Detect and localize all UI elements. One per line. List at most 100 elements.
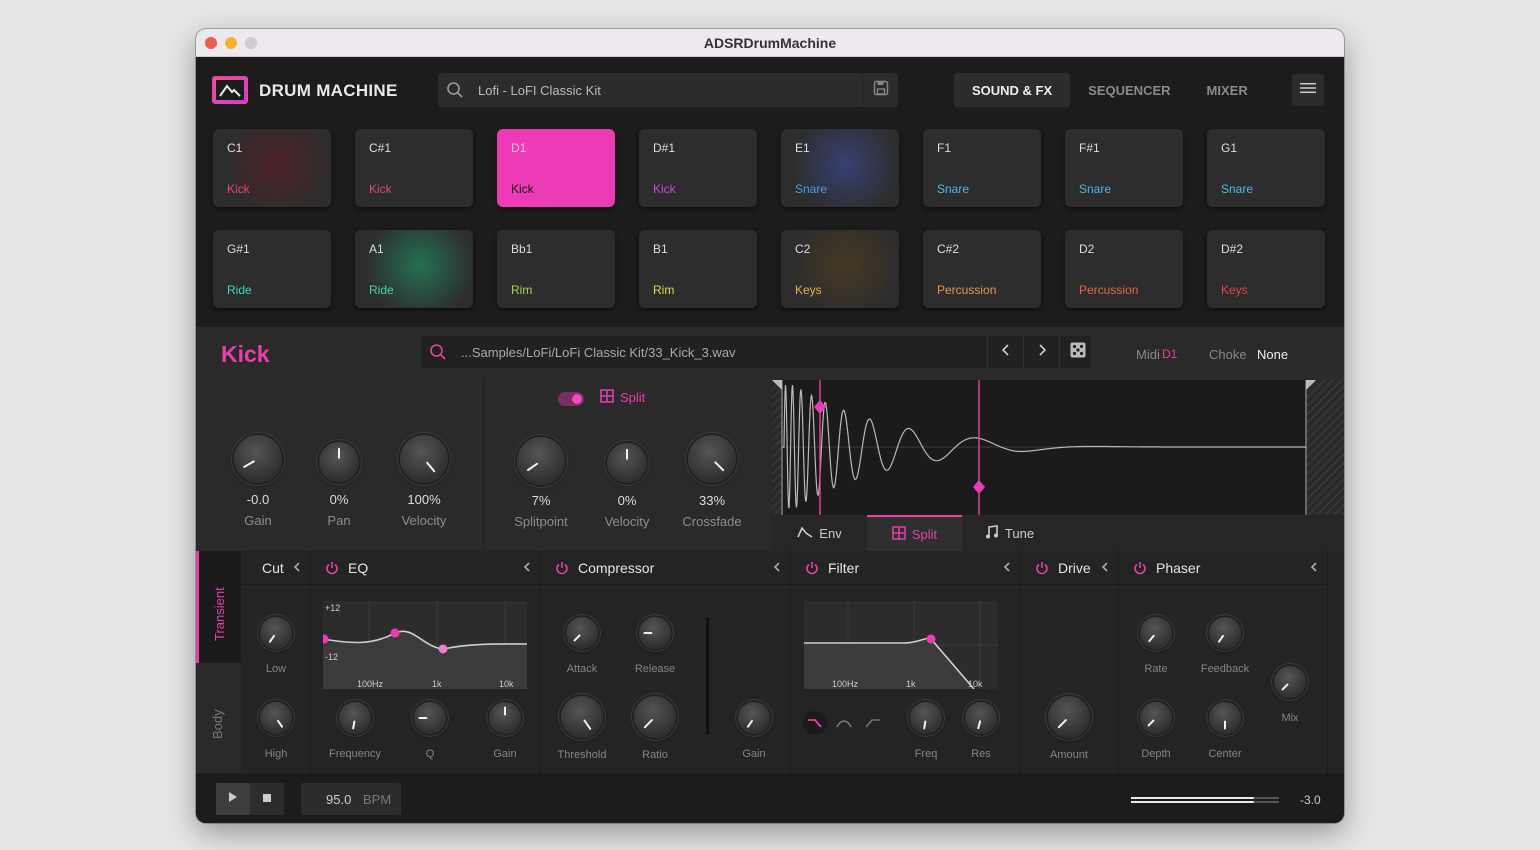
drum-pad[interactable]: F#1 Snare [1065,129,1183,207]
comp-threshold-knob[interactable] [561,696,603,738]
drum-pad[interactable]: C1 Kick [213,129,331,207]
drum-pad[interactable]: G1 Snare [1207,129,1325,207]
power-icon[interactable] [805,561,819,575]
crossfade-knob[interactable] [688,435,736,483]
eq-gain-knob[interactable] [489,702,521,734]
knob-label: Attack [566,663,598,675]
power-icon[interactable] [1133,561,1147,575]
eq-frequency-knob[interactable] [339,702,371,734]
eq-q-knob[interactable] [414,702,446,734]
tab-sound-fx[interactable]: SOUND & FX [954,73,1071,107]
chevron-left-icon[interactable] [1309,560,1319,578]
master-volume-value: -3.0 [1300,793,1321,807]
drum-pad[interactable]: C2 Keys [781,230,899,308]
filter-freq-label: 1k [906,679,916,689]
drum-pad[interactable]: D1 Kick [497,129,615,207]
waveform-display[interactable] [772,380,1344,515]
filter-curve-display[interactable] [804,601,998,689]
stop-button[interactable] [250,783,284,815]
choke-value[interactable]: None [1257,347,1288,362]
tab-env[interactable]: Env [772,515,867,551]
knob-value: 0% [329,492,349,507]
split-velocity-knob[interactable] [607,443,647,483]
layer-tab-body[interactable]: Body [196,663,241,773]
drum-pad[interactable]: C#2 Percussion [923,230,1041,308]
drum-pad[interactable]: C#1 Kick [355,129,473,207]
window-title: ADSRDrumMachine [703,35,837,51]
drum-pad[interactable]: A1 Ride [355,230,473,308]
tab-sequencer[interactable]: SEQUENCER [1070,73,1188,107]
kit-search-bar[interactable]: Lofi - LoFI Classic Kit [438,73,898,107]
drum-pad[interactable]: F1 Snare [923,129,1041,207]
comp-ratio-knob[interactable] [634,696,676,738]
phaser-rate-knob[interactable] [1140,617,1172,649]
split-toggle[interactable] [558,392,584,406]
filter-freq-knob[interactable] [910,702,942,734]
chevron-left-icon[interactable] [1100,560,1110,578]
pad-note: G1 [1221,141,1238,155]
drum-pad[interactable]: D#2 Keys [1207,230,1325,308]
drum-pad[interactable]: B1 Rim [639,230,757,308]
tab-mixer[interactable]: MIXER [1189,73,1266,107]
tab-split[interactable]: Split [867,515,962,551]
comp-release-knob[interactable] [639,617,671,649]
pad-sound-name: Rim [653,283,675,297]
tempo-field[interactable]: 95.0 BPM [301,783,401,815]
chevron-left-icon[interactable] [772,560,782,578]
phaser-center-knob[interactable] [1209,702,1241,734]
gain-knob[interactable] [234,435,282,483]
phaser-mix-knob[interactable] [1274,666,1306,698]
layer-tab-transient[interactable]: Transient [196,551,241,663]
comp-attack-knob[interactable] [566,617,598,649]
eq-curve-display[interactable] [323,601,527,689]
split-mode-label[interactable]: Split [600,389,645,406]
drum-pad[interactable]: Bb1 Rim [497,230,615,308]
sample-browser[interactable]: ...Samples/LoFi/LoFi Classic Kit/33_Kick… [421,336,1091,368]
power-icon[interactable] [1035,561,1049,575]
dice-icon [1070,342,1086,363]
tab-tune[interactable]: Tune [962,515,1057,551]
cut-high-knob[interactable] [260,702,292,734]
filter-type-bandpass[interactable] [832,711,856,735]
knob-label: Res [971,748,991,760]
kit-search-input[interactable]: Lofi - LoFI Classic Kit [478,83,601,98]
next-sample-button[interactable] [1023,336,1059,368]
splitpoint-knob[interactable] [517,437,565,485]
drum-pad[interactable]: D#1 Kick [639,129,757,207]
pan-knob[interactable] [319,442,359,482]
velocity-knob[interactable] [400,435,448,483]
chevron-left-icon[interactable] [292,560,302,578]
knob-label: Rate [1144,663,1168,675]
drum-pad[interactable]: D2 Percussion [1065,230,1183,308]
header-and-pads: DRUM MACHINE Lofi - LoFI Classic Kit SOU… [196,57,1344,355]
filter-type-highpass[interactable] [861,711,885,735]
pad-sound-name: Kick [511,182,534,196]
phaser-depth-knob[interactable] [1140,702,1172,734]
knob-value: 7% [531,493,551,508]
chevron-left-icon[interactable] [522,560,532,578]
midi-note-value[interactable]: D1 [1162,347,1177,361]
power-icon[interactable] [325,561,339,575]
filter-type-lowpass[interactable] [803,711,827,735]
drive-amount-knob[interactable] [1048,696,1090,738]
previous-sample-button[interactable] [987,336,1023,368]
filter-title: Filter [828,559,860,576]
power-icon[interactable] [555,561,569,575]
random-sample-button[interactable] [1059,336,1095,368]
midi-label: Midi [1136,347,1160,362]
menu-button[interactable] [1292,74,1324,106]
bpm-value[interactable]: 95.0 [326,792,351,807]
drum-pad[interactable]: G#1 Ride [213,230,331,308]
filter-res-knob[interactable] [965,702,997,734]
phaser-feedback-knob[interactable] [1209,617,1241,649]
master-volume-slider[interactable] [1131,795,1279,805]
save-kit-button[interactable] [862,73,898,107]
cut-low-knob[interactable] [260,617,292,649]
drum-pad[interactable]: E1 Snare [781,129,899,207]
pad-sound-name: Keys [795,283,822,297]
play-button[interactable] [216,783,250,815]
chevron-left-icon[interactable] [1002,560,1012,578]
comp-gain-knob[interactable] [738,702,770,734]
sample-path[interactable]: ...Samples/LoFi/LoFi Classic Kit/33_Kick… [461,345,736,360]
knob-label: Gain [244,513,272,528]
